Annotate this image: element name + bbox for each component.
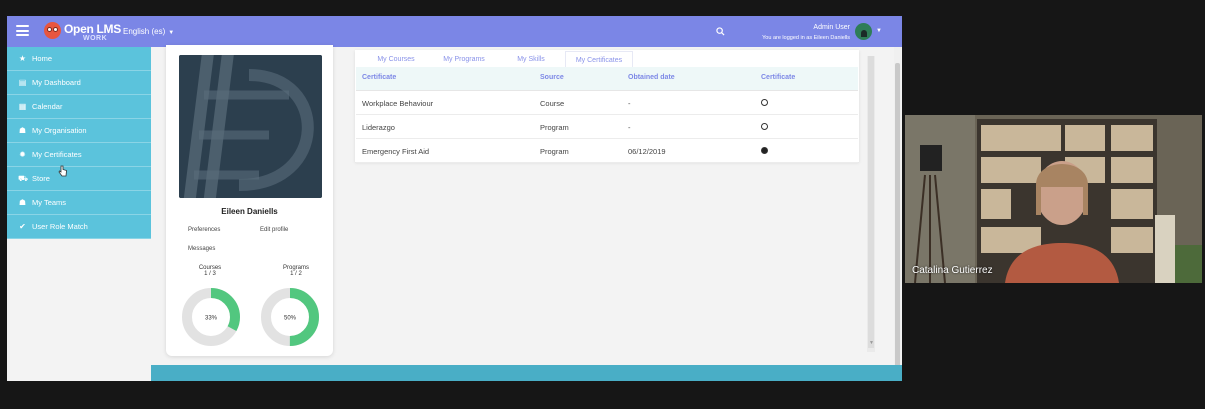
certificate-obtained-radio[interactable] [761,147,768,154]
cell-certificate: Liderazgo [362,123,395,132]
programs-count: 1 / 2 [290,271,302,277]
col-obtained-date[interactable]: Obtained date [628,74,675,81]
cell-obtained-date: - [628,123,631,132]
col-certificate-status[interactable]: Certificate [761,74,795,81]
table-row[interactable]: Workplace Behaviour Course - [356,91,858,115]
panel-scroll-thumb[interactable] [868,56,874,348]
page-scroll-thumb[interactable] [895,63,900,381]
page-footer [151,365,902,381]
language-selector[interactable]: English (es) ▼ [123,27,174,36]
logo-text: Open LMS [64,22,121,36]
participant-video: Catalina Gutierrez [905,115,1202,283]
sidebar-item-label: Home [32,54,53,63]
table-row[interactable]: Emergency First Aid Program 06/12/2019 [356,139,858,163]
sidebar-item-label: My Dashboard [32,78,81,87]
star-icon: ★ [18,54,27,63]
certificate-icon: ✹ [19,150,26,159]
sidebar-item-label: My Teams [32,198,67,207]
participant-name: Catalina Gutierrez [912,265,993,276]
cell-obtained-date: - [628,99,631,108]
user-name: Admin User [813,24,850,31]
sidebar-item-label: Store [32,174,50,183]
sidebar-item-my-organisation[interactable]: ☗ My Organisation [7,119,151,143]
profile-picture [179,55,322,198]
tab-my-programs[interactable]: My Programs [431,51,497,68]
profile-name: Eileen Daniells [221,207,278,216]
cell-obtained-date: 06/12/2019 [628,147,666,156]
sidebar-item-my-teams[interactable]: ☗ My Teams [7,191,151,215]
sidebar-item-home[interactable]: ★ Home [7,47,151,71]
courses-percent: 33% [205,316,218,322]
cell-certificate: Workplace Behaviour [362,99,434,108]
language-label: English (es) [123,27,166,36]
messages-link[interactable]: Messages [188,246,215,252]
preferences-link[interactable]: Preferences [188,227,220,233]
chevron-down-icon: ▼ [168,30,175,36]
col-certificate[interactable]: Certificate [362,74,396,81]
certificate-pending-radio[interactable] [761,99,768,106]
page-scrollbar[interactable] [894,47,901,381]
id-card-icon: ▤ [18,78,27,87]
user-menu-chevron-icon[interactable]: ▼ [876,28,882,34]
cell-source: Program [540,123,569,132]
hand-cursor-icon [58,165,67,177]
owl-logo-icon [44,22,61,39]
search-icon[interactable] [716,27,725,36]
panel-scrollbar[interactable] [867,56,875,352]
users-icon: ☗ [18,126,27,135]
courses-count: 1 / 3 [204,271,216,277]
check-icon: ✔ [19,222,26,231]
sidebar-item-label: User Role Match [32,222,88,231]
programs-progress-donut: 50% [261,288,319,346]
top-navbar: Open LMS WORK English (es) ▼ Admin User Y… [7,16,902,47]
hamburger-menu-icon[interactable] [16,25,29,36]
sidebar-item-my-dashboard[interactable]: ▤ My Dashboard [7,71,151,95]
sidebar-item-label: Calendar [32,102,63,111]
cell-source: Program [540,147,569,156]
team-icon: ☗ [18,198,27,207]
certificate-pending-radio[interactable] [761,123,768,130]
sidebar-item-my-certificates[interactable]: ✹ My Certificates [7,143,151,167]
sidebar-item-user-role-match[interactable]: ✔ User Role Match [7,215,151,239]
logo-subtext: WORK [83,35,108,42]
sidebar-item-label: My Organisation [32,126,87,135]
sidebar-item-label: My Certificates [32,150,82,159]
table-row[interactable]: Liderazgo Program - [356,115,858,139]
sidebar-item-calendar[interactable]: ▦ Calendar [7,95,151,119]
cell-certificate: Emergency First Aid [362,147,430,156]
cart-icon: ⛟ [18,174,29,183]
shared-screen: Open LMS WORK English (es) ▼ Admin User Y… [7,16,902,381]
tab-my-skills[interactable]: My Skills [498,51,564,68]
tab-my-courses[interactable]: My Courses [362,51,430,68]
scroll-down-arrow-icon[interactable]: ▼ [869,340,874,346]
programs-percent: 50% [284,316,297,322]
col-source[interactable]: Source [540,74,564,81]
calendar-icon: ▦ [18,102,27,111]
programs-stat: Programs 1 / 2 [266,265,326,277]
courses-progress-donut: 33% [182,288,240,346]
sidebar-item-store[interactable]: ⛟ Store [7,167,151,191]
avatar[interactable] [855,23,872,40]
sidebar: ★ Home ▤ My Dashboard ▦ Calendar ☗ My Organisat… [7,47,151,239]
cell-source: Course [540,99,565,108]
logged-in-as-text: You are logged in as Eileen Daniells [762,35,850,41]
edit-profile-link[interactable]: Edit profile [260,227,288,233]
courses-stat: Courses 1 / 3 [180,265,240,277]
profile-card: Eileen Daniells Preferences Edit profile… [166,45,333,356]
video-frame [905,115,1202,283]
table-header: Certificate Source Obtained date Certifi… [356,67,858,91]
